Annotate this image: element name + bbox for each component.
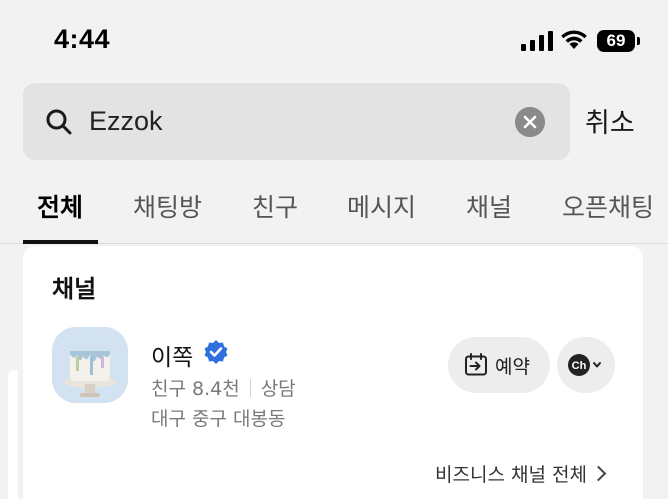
meta-divider xyxy=(249,379,251,397)
cancel-button[interactable]: 취소 xyxy=(585,101,635,140)
background-card-edge xyxy=(8,370,18,499)
channel-avatar[interactable] xyxy=(52,327,128,403)
wifi-icon xyxy=(561,30,587,49)
channel-chat-icon: Ch xyxy=(568,354,601,376)
section-title: 채널 xyxy=(52,275,97,303)
verified-badge-icon xyxy=(204,340,228,364)
battery-level: 69 xyxy=(597,30,635,52)
calendar-enter-icon xyxy=(465,353,487,376)
consult-label: 상담 xyxy=(260,378,296,400)
channel-chat-button[interactable]: Ch xyxy=(557,337,615,393)
ch-icon-text: Ch xyxy=(572,360,587,372)
channel-meta: 친구 8.4천 상담 xyxy=(151,374,296,401)
business-channels-link[interactable]: 비즈니스 채널 전체 xyxy=(435,460,607,487)
clear-search-icon[interactable] xyxy=(515,107,545,137)
cellular-signal-icon xyxy=(521,31,553,51)
friend-count: 친구 8.4천 xyxy=(151,378,240,400)
reserve-button[interactable]: 예약 xyxy=(448,337,550,393)
battery-tip xyxy=(637,37,640,45)
battery-icon: 69 xyxy=(597,30,641,52)
tab-messages[interactable]: 메시지 xyxy=(347,188,416,224)
status-bar: 4:44 69 xyxy=(0,0,668,80)
search-tabs: 전체 채팅방 친구 메시지 채널 오픈채팅 xyxy=(0,178,668,244)
more-label: 비즈니스 채널 전체 xyxy=(435,464,587,486)
tab-chatrooms[interactable]: 채팅방 xyxy=(133,188,202,224)
active-tab-indicator xyxy=(23,240,98,244)
search-box[interactable] xyxy=(23,83,570,160)
tab-all[interactable]: 전체 xyxy=(37,188,83,224)
tab-open-chat[interactable]: 오픈채팅 xyxy=(562,188,654,224)
tab-friends[interactable]: 친구 xyxy=(252,188,298,224)
tab-channels[interactable]: 채널 xyxy=(466,188,512,224)
channel-address: 대구 중구 대봉동 xyxy=(151,408,286,430)
search-input[interactable] xyxy=(89,103,489,139)
channel-name[interactable]: 이쪽 xyxy=(151,338,193,372)
status-time: 4:44 xyxy=(54,24,111,54)
search-icon xyxy=(46,109,72,135)
reserve-label: 예약 xyxy=(495,356,530,378)
channel-section-card: 채널 이쪽 친구 8.4천 상담 대구 중구 대봉동 예약 Ch 비즈니스 채널… xyxy=(23,246,643,499)
chevron-right-icon xyxy=(590,465,607,482)
